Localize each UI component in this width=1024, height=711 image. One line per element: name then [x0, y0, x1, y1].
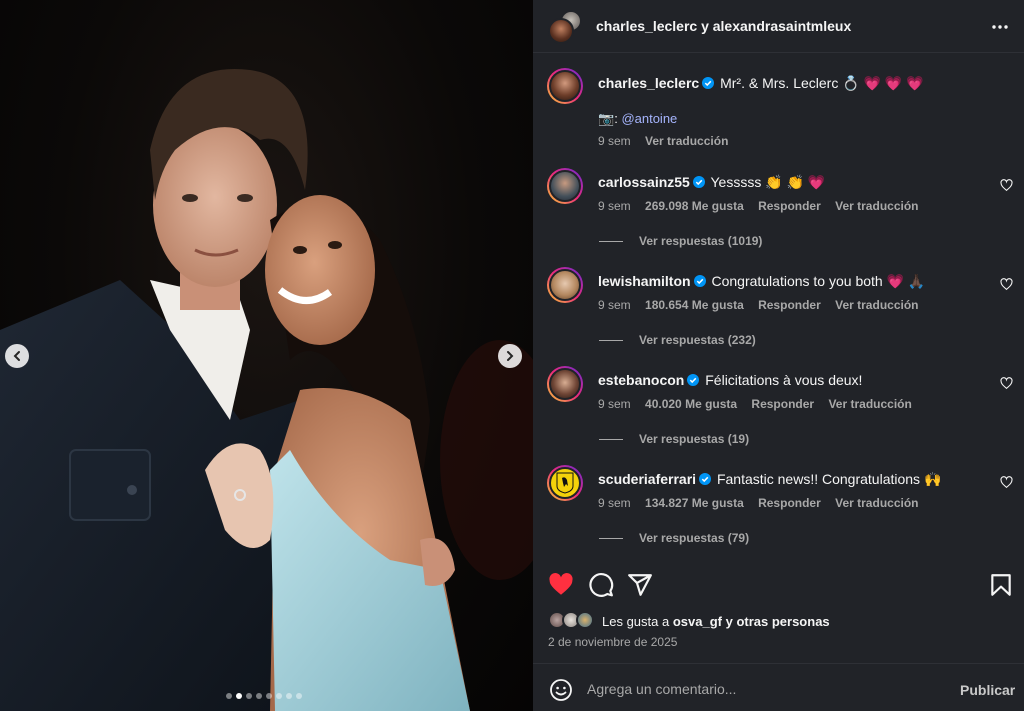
carousel-dot — [296, 693, 302, 699]
comment-time: 9 sem — [598, 199, 631, 213]
avatar — [548, 18, 574, 44]
comment-time: 9 sem — [598, 298, 631, 312]
view-replies-label: Ver respuestas (232) — [639, 333, 756, 347]
carousel-dot — [236, 693, 242, 699]
chevron-right-icon — [507, 351, 514, 361]
carousel-dot — [286, 693, 292, 699]
heart-icon[interactable] — [548, 572, 574, 598]
reply-button[interactable]: Responder — [751, 397, 814, 411]
comment-likes[interactable]: 180.654 Me gusta — [645, 298, 744, 312]
comments-list[interactable]: charles_leclerc Mr². & Mrs. Leclerc 💍 💗 … — [533, 54, 1024, 564]
next-photo-button[interactable] — [498, 344, 522, 368]
see-translation-link[interactable]: Ver traducción — [835, 496, 918, 510]
view-replies-button[interactable]: Ver respuestas (19) — [599, 432, 749, 446]
comment-text: Congratulations to you both 💗 🙏🏿 — [711, 273, 926, 289]
carousel-dot — [276, 693, 282, 699]
post-modal: charles_leclerc y alexandrasaintmleux ch… — [0, 0, 1024, 711]
likes-summary[interactable]: Les gusta a osva_gf y otras personas — [548, 611, 830, 631]
avatar[interactable] — [547, 465, 583, 501]
liker-username[interactable]: osva_gf — [673, 614, 722, 629]
post-photo — [0, 69, 533, 711]
comment-text: Félicitations à vous deux! — [705, 372, 863, 388]
photographer-mention[interactable]: @antoine — [621, 111, 677, 126]
verified-icon — [687, 374, 700, 386]
reply-button[interactable]: Responder — [758, 298, 821, 312]
view-replies-button[interactable]: Ver respuestas (232) — [599, 333, 756, 347]
share-icon[interactable] — [627, 572, 653, 598]
post-authors[interactable]: charles_leclerc y alexandrasaintmleux — [596, 18, 851, 34]
like-comment-heart-icon[interactable] — [1000, 476, 1013, 489]
carousel-dot — [256, 693, 262, 699]
avatar[interactable] — [547, 366, 583, 402]
avatar[interactable] — [547, 168, 583, 204]
see-translation-link[interactable]: Ver traducción — [645, 134, 728, 148]
reply-button[interactable]: Responder — [758, 199, 821, 213]
comment-username[interactable]: scuderiaferrari — [598, 471, 696, 487]
view-replies-button[interactable]: Ver respuestas (79) — [599, 531, 749, 545]
action-bar — [533, 566, 1024, 606]
collab-avatars[interactable] — [548, 10, 582, 44]
post-media[interactable] — [0, 0, 533, 711]
post-side-panel: charles_leclerc y alexandrasaintmleux ch… — [533, 0, 1024, 711]
see-translation-link[interactable]: Ver traducción — [828, 397, 911, 411]
carousel-dot — [246, 693, 252, 699]
likes-prefix: Les gusta a — [602, 613, 670, 629]
post-header: charles_leclerc y alexandrasaintmleux — [533, 0, 1024, 53]
see-translation-link[interactable]: Ver traducción — [835, 199, 918, 213]
like-comment-heart-icon[interactable] — [1000, 278, 1013, 291]
add-comment-bar: Publicar — [533, 663, 1024, 711]
view-replies-label: Ver respuestas (1019) — [639, 234, 763, 248]
caption-username[interactable]: charles_leclerc — [598, 75, 699, 91]
avatar[interactable] — [547, 68, 583, 104]
caption-time: 9 sem — [598, 134, 631, 148]
verified-icon — [692, 176, 705, 188]
comment-icon[interactable] — [588, 572, 614, 598]
bookmark-icon[interactable] — [988, 572, 1014, 598]
liker-avatars — [548, 611, 598, 631]
verified-icon — [699, 473, 712, 485]
comment-username[interactable]: lewishamilton — [598, 273, 691, 289]
comment-likes[interactable]: 269.098 Me gusta — [645, 199, 744, 213]
carousel-dot — [266, 693, 272, 699]
verified-icon — [702, 77, 715, 89]
carousel-dot — [226, 693, 232, 699]
comment-likes[interactable]: 40.020 Me gusta — [645, 397, 737, 411]
ferrari-logo-icon — [556, 472, 574, 494]
avatar[interactable] — [547, 267, 583, 303]
comment-time: 9 sem — [598, 496, 631, 510]
view-replies-label: Ver respuestas (19) — [639, 432, 750, 446]
view-replies-button[interactable]: Ver respuestas (1019) — [599, 234, 762, 248]
comment-time: 9 sem — [598, 397, 631, 411]
emoji-icon[interactable] — [549, 678, 573, 702]
camera-emoji: 📷 — [598, 111, 615, 126]
comment-text: Yesssss 👏 👏 💗 — [710, 174, 826, 190]
chevron-left-icon — [13, 351, 20, 361]
reply-button[interactable]: Responder — [758, 496, 821, 510]
previous-photo-button[interactable] — [5, 344, 29, 368]
view-replies-label: Ver respuestas (79) — [639, 531, 750, 545]
verified-icon — [693, 275, 706, 287]
comment-username[interactable]: carlossainz55 — [598, 174, 690, 190]
more-icon[interactable] — [990, 17, 1010, 37]
comment-text: Fantastic news!! Congratulations 🙌 — [716, 471, 942, 487]
see-translation-link[interactable]: Ver traducción — [835, 298, 918, 312]
likes-suffix[interactable]: y otras personas — [726, 614, 830, 629]
comment-input[interactable] — [587, 678, 947, 700]
caption-text: Mr². & Mrs. Leclerc 💍 💗 💗 💗 — [720, 75, 924, 91]
avatar — [576, 611, 594, 629]
like-comment-heart-icon[interactable] — [1000, 377, 1013, 390]
carousel-indicator — [226, 693, 302, 699]
comment-likes[interactable]: 134.827 Me gusta — [645, 496, 744, 510]
publish-button[interactable]: Publicar — [960, 682, 1015, 698]
comment-username[interactable]: estebanocon — [598, 372, 684, 388]
like-comment-heart-icon[interactable] — [1000, 179, 1013, 192]
post-date: 2 de noviembre de 2025 — [548, 635, 678, 649]
credit-separator: : — [614, 111, 618, 126]
